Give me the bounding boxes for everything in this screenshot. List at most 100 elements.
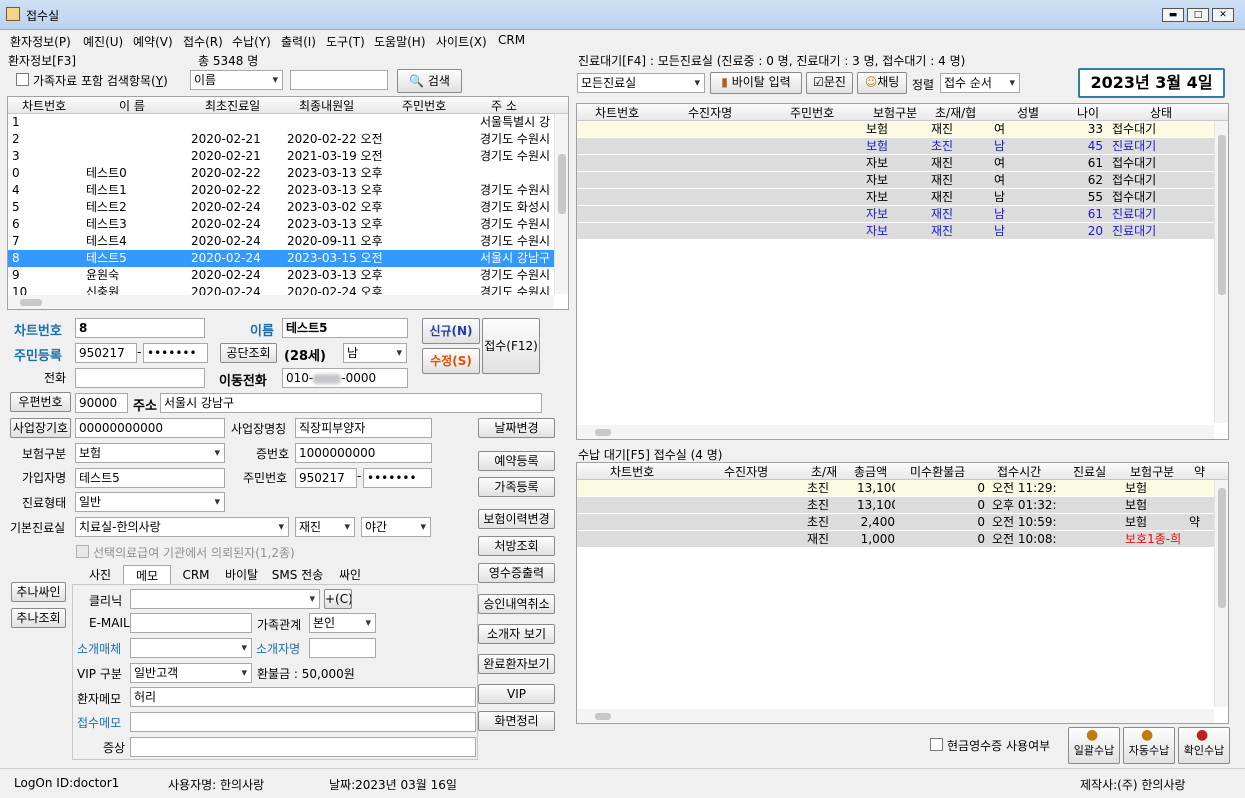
side-button-8[interactable]: 완료환자보기 — [478, 654, 555, 674]
table-row[interactable]: 0 테스트0 2020-02-22 2023-03-13 오후 — [8, 165, 554, 182]
edit-patient-button[interactable]: 수정(S) — [422, 348, 480, 374]
search-input[interactable] — [290, 70, 388, 90]
table-row[interactable]: 7 테스트4 2020-02-24 2020-09-11 오후 경기도 수원시 — [8, 233, 554, 250]
pcol-room[interactable]: 진료실 — [1073, 463, 1106, 480]
pcol-unpaid[interactable]: 미수환불금 — [910, 463, 965, 480]
subscriber-input[interactable]: 테스트5 — [75, 468, 225, 488]
table-row[interactable]: 1 서울특별시 강 — [8, 114, 554, 131]
menu-help[interactable]: 도움말(H) — [374, 33, 426, 50]
table-row[interactable]: 6 테스트3 2020-02-24 2023-03-13 오후 경기도 수원시 — [8, 216, 554, 233]
mobile-input[interactable]: 010- -0000 — [282, 368, 408, 388]
vital-input-button[interactable]: ▮ 바이탈 입력 — [710, 72, 802, 94]
side-button-1[interactable]: 예약등록 — [478, 451, 555, 471]
search-field-select[interactable]: 이름 — [190, 70, 283, 90]
waiting-row[interactable]: 5161-2자보재진여61접수대기 — [577, 155, 1214, 172]
reception-button[interactable]: 접수(F12) — [482, 318, 540, 374]
side-button-0[interactable]: 날짜변경 — [478, 418, 555, 438]
clinic-add-button[interactable]: +(C) — [324, 589, 352, 609]
tab-photo[interactable]: 사진 — [85, 565, 115, 585]
gender-select[interactable]: 남 — [343, 343, 407, 363]
new-patient-button[interactable]: 신규(N) — [422, 318, 480, 344]
payment-row[interactable]: 59김초진13,1000오후 01:32:진료실-보험 — [577, 497, 1214, 514]
wcol-name[interactable]: 수진자명 — [688, 104, 732, 121]
table-row[interactable]: 3 2020-02-21 2021-03-19 오전 경기도 수원시 — [8, 148, 554, 165]
wcol-insurance[interactable]: 보험구분 — [873, 104, 917, 121]
side-button-2[interactable]: 가족등록 — [478, 477, 555, 497]
chat-button[interactable]: ☺채팅 — [857, 72, 907, 94]
tab-vital[interactable]: 바이탈 — [219, 565, 264, 585]
sub-rrn-back-input[interactable]: ••••••• — [363, 468, 432, 488]
col-first-visit[interactable]: 최초진료일 — [205, 97, 260, 114]
menu-patient[interactable]: 환자정보(P) — [10, 33, 71, 50]
table-row[interactable]: 9 윤원숙 2020-02-24 2023-03-13 오후 경기도 수원시 — [8, 267, 554, 284]
date-display[interactable]: 2023년 3월 4일 — [1078, 68, 1225, 98]
menu-reservation[interactable]: 예약(V) — [133, 33, 173, 50]
name-input[interactable]: 테스트5 — [282, 318, 408, 338]
wcol-status[interactable]: 상태 — [1150, 104, 1172, 121]
wcol-sex[interactable]: 성별 — [1017, 104, 1039, 121]
chart-input[interactable]: 8 — [75, 318, 205, 338]
address-input[interactable]: 서울시 강남구 — [160, 393, 542, 413]
visit-type-select[interactable]: 재진 — [295, 517, 355, 537]
waiting-row[interactable]: 5660-2자보재진여62접수대기 — [577, 172, 1214, 189]
gongdan-button[interactable]: 공단조회 — [220, 343, 277, 363]
wcol-chart[interactable]: 차트번호 — [595, 104, 639, 121]
close-button[interactable]: ✕ — [1212, 8, 1234, 22]
menu-site[interactable]: 사이트(X) — [436, 33, 487, 50]
tab-crm[interactable]: CRM — [180, 565, 212, 585]
rrn-back-input[interactable]: ••••••• — [143, 343, 208, 363]
col-address[interactable]: 주 소 — [491, 97, 517, 114]
wcol-age[interactable]: 나이 — [1077, 104, 1099, 121]
pcol-total[interactable]: 총금액 — [854, 463, 887, 480]
pcol-drug[interactable]: 약 — [1194, 463, 1205, 480]
pcol-time[interactable]: 접수시간 — [997, 463, 1041, 480]
patient-memo-input[interactable]: 허리 — [130, 687, 476, 707]
care-type-select[interactable]: 일반 — [75, 492, 225, 512]
waiting-row[interactable]: 5167-1자보재진남55접수대기 — [577, 189, 1214, 206]
ref-media-select[interactable] — [130, 638, 252, 658]
pcol-chart[interactable]: 차트번호 — [610, 463, 654, 480]
side-button-10[interactable]: 화면정리 — [478, 711, 555, 731]
symptom-input[interactable] — [130, 737, 476, 757]
vip-select[interactable]: 일반고객 — [130, 663, 252, 683]
biz-name-input[interactable]: 직장피부양자 — [295, 418, 432, 438]
menu-prediag[interactable]: 예진(U) — [83, 33, 123, 50]
zip-button[interactable]: 우편번호 — [10, 392, 71, 412]
side-button-6[interactable]: 승인내역취소 — [478, 594, 555, 614]
menu-tools[interactable]: 도구(T) — [326, 33, 365, 50]
col-name[interactable]: 이 름 — [119, 97, 145, 114]
wcol-visit[interactable]: 초/재/협 — [935, 104, 976, 121]
exam-button[interactable]: ☑문진 — [806, 72, 853, 94]
base-room-select[interactable]: 치료실-한의사랑 — [75, 517, 289, 537]
cert-input[interactable]: 1000000000 — [295, 443, 432, 463]
clinic-select[interactable] — [130, 589, 320, 609]
biz-no-input[interactable]: 00000000000 — [75, 418, 225, 438]
waiting-row[interactable]: 3489-6보험재진여33접수대기 — [577, 121, 1214, 138]
col-rrn[interactable]: 주민번호 — [402, 97, 446, 114]
family-include-checkbox[interactable] — [16, 73, 29, 86]
payment-row[interactable]: 33장재진1,0000오전 10:08:진료실-보호1종-희 — [577, 531, 1214, 548]
batch-pay-button[interactable]: ● 일괄수납 — [1068, 727, 1120, 764]
side-button-7[interactable]: 소개자 보기 — [478, 624, 555, 644]
tab-sms[interactable]: SMS 전송 — [270, 565, 325, 585]
pcol-name[interactable]: 수진자명 — [724, 463, 768, 480]
tab-sign[interactable]: 싸인 — [334, 565, 366, 585]
patient-table-vscroll[interactable] — [554, 114, 568, 294]
waiting-row[interactable]: 5002-3자보재진남20진료대기 — [577, 223, 1214, 240]
pcol-insurance[interactable]: 보험구분 — [1130, 463, 1174, 480]
table-row[interactable]: 8 테스트5 2020-02-24 2023-03-15 오전 서울시 강남구 — [8, 250, 554, 267]
reception-memo-input[interactable] — [130, 712, 476, 732]
phone-input[interactable] — [75, 368, 205, 388]
side-button-5[interactable]: 영수증출력 — [478, 563, 555, 583]
menu-reception[interactable]: 접수(R) — [183, 33, 223, 50]
ref-name-input[interactable] — [309, 638, 376, 658]
medical-aid-checkbox[interactable] — [76, 545, 89, 558]
family-rel-select[interactable]: 본인 — [309, 613, 376, 633]
menu-print[interactable]: 출력(I) — [281, 33, 316, 50]
rrn-front-input[interactable]: 950217 — [75, 343, 137, 363]
confirm-pay-button[interactable]: ● 확인수납 — [1178, 727, 1230, 764]
sub-rrn-front-input[interactable]: 950217 — [295, 468, 357, 488]
biz-no-button[interactable]: 사업장기호 — [10, 418, 71, 438]
col-chart[interactable]: 차트번호 — [22, 97, 66, 114]
col-last-visit[interactable]: 최종내원일 — [299, 97, 354, 114]
